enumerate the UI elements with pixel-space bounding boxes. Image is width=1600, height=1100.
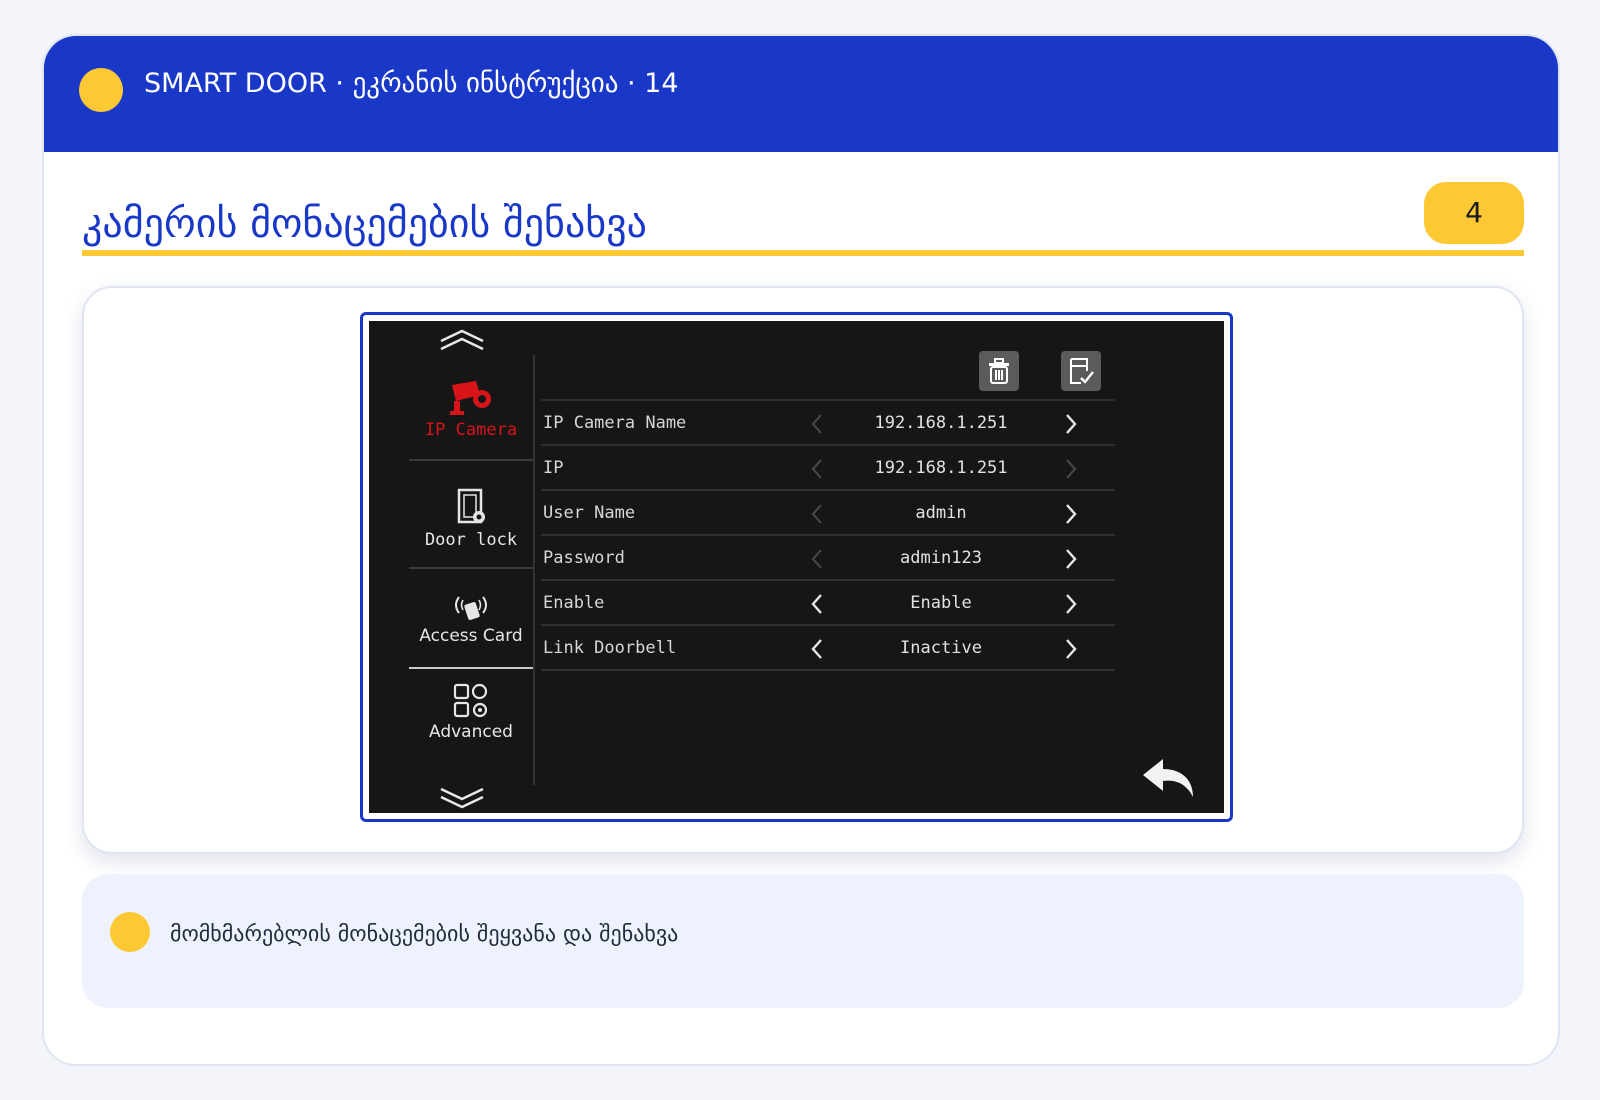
save-button[interactable] — [1061, 351, 1101, 391]
chevron-left-icon[interactable] — [809, 458, 825, 480]
setting-label: Link Doorbell — [543, 638, 677, 658]
setting-row-link-doorbell[interactable]: Link Doorbell Inactive — [541, 626, 1115, 671]
save-check-icon — [1070, 358, 1094, 384]
setting-label: Enable — [543, 593, 605, 613]
chevron-right-icon[interactable] — [1063, 548, 1079, 570]
sidebar-divider — [409, 567, 533, 569]
chevron-left-icon[interactable] — [809, 593, 825, 615]
setting-value: admin — [915, 503, 967, 523]
setting-value: Inactive — [900, 638, 982, 658]
sidebar-item-door-lock[interactable]: Door lock — [409, 487, 533, 551]
chevron-right-icon[interactable] — [1063, 593, 1079, 615]
chevron-left-icon[interactable] — [809, 638, 825, 660]
trash-icon — [989, 358, 1009, 384]
sidebar-divider-active — [409, 667, 533, 669]
section-title-underline — [82, 250, 1524, 256]
advanced-settings-icon — [453, 683, 488, 718]
setting-row-ip-camera-name[interactable]: IP Camera Name 192.168.1.251 — [541, 401, 1115, 446]
sidebar-item-label: Access Card — [419, 626, 523, 646]
sidebar-item-label: Door lock — [424, 530, 518, 550]
setting-label: IP Camera Name — [543, 413, 687, 433]
setting-value: 192.168.1.251 — [874, 413, 1008, 433]
scroll-down-icon[interactable] — [437, 785, 487, 811]
header-bar: SMART DOOR · ეკრანის ინსტრუქცია · 14 — [44, 36, 1558, 152]
setting-row-password[interactable]: Password admin123 — [541, 536, 1115, 581]
step-number-badge: 4 — [1424, 182, 1524, 244]
sidebar-item-label: Advanced — [429, 722, 513, 742]
sidebar-item-advanced[interactable]: Advanced — [409, 681, 533, 743]
header-dot — [79, 68, 123, 112]
door-lock-icon — [457, 488, 485, 524]
setting-label: IP — [543, 458, 564, 478]
chevron-left-icon[interactable] — [809, 503, 825, 525]
delete-button[interactable] — [979, 351, 1019, 391]
setting-label: User Name — [543, 503, 636, 523]
sidebar-item-access-card[interactable]: Access Card — [409, 591, 533, 647]
header-title: SMART DOOR · ეკრანის ინსტრუქცია · 14 — [144, 68, 679, 99]
ip-camera-icon — [450, 381, 491, 415]
note-bullet — [110, 912, 150, 952]
chevron-right-icon[interactable] — [1063, 413, 1079, 435]
chevron-right-icon[interactable] — [1063, 638, 1079, 660]
setting-value: admin123 — [900, 548, 982, 568]
chevron-left-icon[interactable] — [809, 548, 825, 570]
sidebar-vertical-divider — [533, 355, 535, 785]
setting-label: Password — [543, 548, 625, 568]
back-arrow-icon[interactable] — [1141, 755, 1197, 799]
instruction-card: SMART DOOR · ეკრანის ინსტრუქცია · 14 კამ… — [42, 34, 1560, 1066]
chevron-left-icon[interactable] — [809, 413, 825, 435]
access-card-icon — [455, 596, 487, 620]
section-title: კამერის მონაცემების შენახვა — [82, 201, 647, 247]
setting-value: Enable — [910, 593, 972, 613]
note-box: მომხმარებლის მონაცემების შეყვანა და შენა… — [82, 874, 1524, 1008]
scroll-up-icon[interactable] — [437, 327, 487, 353]
chevron-right-icon[interactable] — [1063, 458, 1079, 480]
setting-row-ip[interactable]: IP 192.168.1.251 — [541, 446, 1115, 491]
device-screen: IP Camera Door lock Access Card Advanced… — [369, 321, 1224, 813]
setting-value: 192.168.1.251 — [874, 458, 1008, 478]
screenshot-panel: IP Camera Door lock Access Card Advanced… — [82, 286, 1524, 854]
note-text: მომხმარებლის მონაცემების შეყვანა და შენა… — [170, 922, 679, 947]
sidebar-item-ip-camera[interactable]: IP Camera — [409, 379, 533, 441]
setting-row-enable[interactable]: Enable Enable — [541, 581, 1115, 626]
sidebar-divider — [409, 459, 533, 461]
chevron-right-icon[interactable] — [1063, 503, 1079, 525]
setting-row-user-name[interactable]: User Name admin — [541, 491, 1115, 536]
device-screen-frame: IP Camera Door lock Access Card Advanced… — [360, 312, 1233, 822]
sidebar-item-label: IP Camera — [424, 420, 518, 440]
